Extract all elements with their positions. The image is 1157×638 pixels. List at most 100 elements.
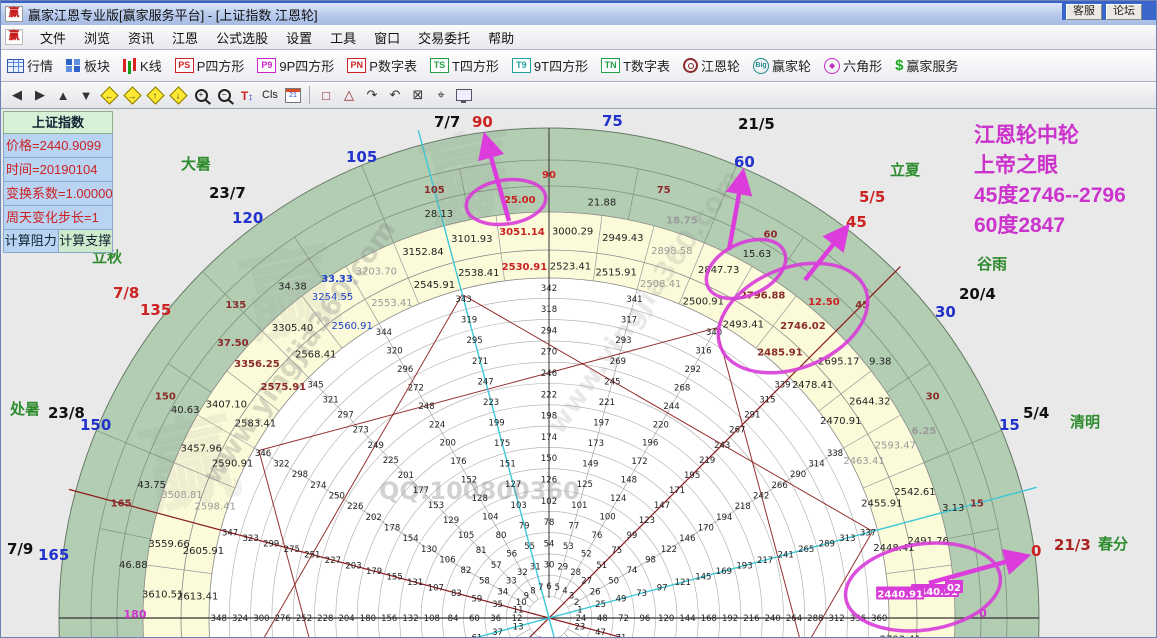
gann-wheel-chart-area[interactable]: 上证指数 价格=2440.9099 时间=20190104 变换系数=1.00000… xyxy=(1,109,1156,637)
svg-text:294: 294 xyxy=(541,326,557,336)
up-button[interactable]: ▲ xyxy=(53,85,73,105)
menu-item-资讯[interactable]: 资讯 xyxy=(119,26,163,49)
menu-item-文件[interactable]: 文件 xyxy=(31,26,75,49)
screen-button[interactable] xyxy=(454,85,474,105)
triangle-button[interactable]: △ xyxy=(339,85,359,105)
menu-item-浏览[interactable]: 浏览 xyxy=(75,26,119,49)
zoomout-button[interactable]: − xyxy=(214,85,234,105)
svg-text:3508.81: 3508.81 xyxy=(161,490,202,501)
toolbar-button-六角形[interactable]: ◆ 六角形 xyxy=(824,56,882,75)
svg-text:300: 300 xyxy=(253,614,269,624)
svg-text:2440.91: 2440.91 xyxy=(877,589,923,600)
svg-text:15: 15 xyxy=(970,498,984,509)
toolbar-button-9T四方形[interactable]: T9 9T四方形 xyxy=(511,56,589,75)
svg-text:131: 131 xyxy=(407,578,423,588)
svg-text:223: 223 xyxy=(483,398,499,408)
calc-support-button[interactable]: 计算支撑 xyxy=(58,230,113,253)
menu-item-工具[interactable]: 工具 xyxy=(321,26,365,49)
svg-text:25.00: 25.00 xyxy=(504,195,536,206)
svg-text:26: 26 xyxy=(590,587,601,597)
toolbar-button-P数字表[interactable]: PN P数字表 xyxy=(347,56,417,75)
svg-text:346: 346 xyxy=(255,449,271,459)
toolbar-button-T数字表[interactable]: TN T数字表 xyxy=(601,56,670,75)
svg-text:59: 59 xyxy=(472,595,483,605)
svg-text:252: 252 xyxy=(296,614,312,624)
wheel-label-15: 15 xyxy=(999,416,1020,434)
toolbar-button-P四方形[interactable]: PS P四方形 xyxy=(174,56,244,75)
svg-text:18.75: 18.75 xyxy=(666,216,698,227)
down-button[interactable]: ▼ xyxy=(76,85,96,105)
svg-text:224: 224 xyxy=(429,420,445,430)
svg-text:203: 203 xyxy=(345,562,361,572)
svg-text:218: 218 xyxy=(735,502,751,512)
svg-text:3: 3 xyxy=(569,591,574,601)
svg-text:204: 204 xyxy=(338,614,354,624)
svg-text:2530.91: 2530.91 xyxy=(502,262,548,273)
svg-text:101: 101 xyxy=(571,501,587,511)
menu-item-帮助[interactable]: 帮助 xyxy=(479,26,523,49)
rotcw-button[interactable]: ↷ xyxy=(362,85,382,105)
svg-text:23: 23 xyxy=(574,622,585,632)
note-line-2: 45度2746--2796 xyxy=(974,184,1126,207)
calc-resistance-button[interactable]: 计算阻力 xyxy=(3,230,59,253)
svg-text:74: 74 xyxy=(627,566,638,576)
svg-text:52: 52 xyxy=(581,549,592,559)
svg-text:2644.32: 2644.32 xyxy=(849,397,890,408)
menu-item-窗口[interactable]: 窗口 xyxy=(365,26,409,49)
calendar-button[interactable]: 21 xyxy=(283,85,303,105)
svg-text:273: 273 xyxy=(353,426,369,436)
svg-text:4: 4 xyxy=(562,586,567,596)
svg-text:57: 57 xyxy=(491,561,502,571)
menu-item-交易委托[interactable]: 交易委托 xyxy=(409,26,479,49)
customer-service-button[interactable]: 客服 xyxy=(1066,3,1102,20)
wheel-label-165: 165 xyxy=(38,546,69,564)
svg-text:72: 72 xyxy=(618,614,629,624)
svg-text:318: 318 xyxy=(541,305,557,315)
svg-text:153: 153 xyxy=(428,501,444,511)
svg-text:242: 242 xyxy=(753,492,769,502)
toolbar-button-江恩轮[interactable]: 江恩轮 xyxy=(683,56,740,75)
cls-button[interactable]: Cls xyxy=(260,85,280,105)
maximize-button[interactable]: ⊠ xyxy=(408,85,428,105)
main-toolbar: 行情 板块 K线 PS P四方形 P9 9P四方形 PN P数字表 TS T四方形 T9 9T四方形 TN… xyxy=(1,50,1156,82)
svg-text:3457.96: 3457.96 xyxy=(180,443,221,454)
center-button[interactable]: ⌖ xyxy=(431,85,451,105)
rotccw-button[interactable]: ↶ xyxy=(385,85,405,105)
menu-item-设置[interactable]: 设置 xyxy=(277,26,321,49)
menu-item-江恩[interactable]: 江恩 xyxy=(163,26,207,49)
titlebar-right-buttons: 客服 论坛 xyxy=(1062,3,1156,20)
toolbar-label: 行情 xyxy=(27,59,54,74)
dleft-button[interactable]: ← xyxy=(99,85,119,105)
toolbar-button-行情[interactable]: 行情 xyxy=(7,56,53,75)
forum-button[interactable]: 论坛 xyxy=(1106,3,1142,20)
svg-text:291: 291 xyxy=(744,411,760,421)
toolbar-button-9P四方形[interactable]: P9 9P四方形 xyxy=(257,56,334,75)
svg-text:312: 312 xyxy=(828,614,844,624)
toolbar-button-赢家服务[interactable]: $ 赢家服务 xyxy=(895,56,958,75)
svg-text:150: 150 xyxy=(541,454,557,464)
forward-button[interactable]: ▶ xyxy=(30,85,50,105)
toolbar-button-K线[interactable]: K线 xyxy=(123,56,162,75)
toolbar-label: 9T四方形 xyxy=(533,59,589,74)
svg-text:121: 121 xyxy=(675,578,691,588)
toolbar-button-板块[interactable]: 板块 xyxy=(66,56,110,75)
wheel-label-120: 120 xyxy=(232,209,263,227)
svg-text:97: 97 xyxy=(657,584,668,594)
ddown-button[interactable]: ↓ xyxy=(168,85,188,105)
svg-text:197: 197 xyxy=(593,418,609,428)
note-line-0: 江恩轮中轮 xyxy=(974,124,1079,147)
svg-text:199: 199 xyxy=(488,418,504,428)
dup-button[interactable]: ↑ xyxy=(145,85,165,105)
dright-button[interactable]: → xyxy=(122,85,142,105)
svg-text:250: 250 xyxy=(329,492,345,502)
T数字表-icon: TN xyxy=(601,58,621,73)
square-button[interactable]: □ xyxy=(316,85,336,105)
svg-text:100: 100 xyxy=(599,513,615,523)
menu-item-公式选股[interactable]: 公式选股 xyxy=(207,26,277,49)
tud-button[interactable]: T↕ xyxy=(237,85,257,105)
toolbar-button-赢家轮[interactable]: Big 赢家轮 xyxy=(753,56,811,75)
toolbar-button-T四方形[interactable]: TS T四方形 xyxy=(429,56,499,75)
back-button[interactable]: ◀ xyxy=(7,85,27,105)
zoomin-button[interactable]: + xyxy=(191,85,211,105)
svg-text:338: 338 xyxy=(827,449,843,459)
